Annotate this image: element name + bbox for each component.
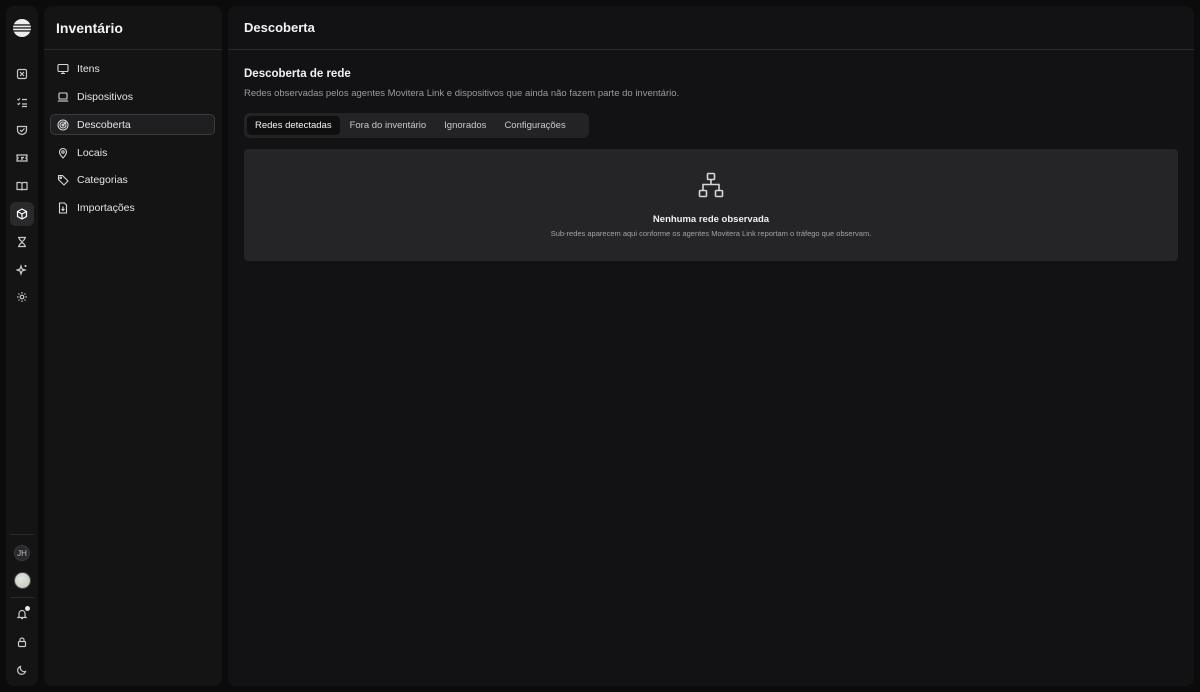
- close-box-icon[interactable]: [10, 62, 34, 86]
- page-title: Descoberta: [244, 20, 315, 35]
- gear-icon[interactable]: [10, 285, 34, 309]
- empty-state-card: Nenhuma rede observada Sub-redes aparece…: [244, 149, 1178, 261]
- sidebar-divider: [44, 49, 222, 50]
- notification-dot: [24, 605, 31, 612]
- rail-divider: [10, 534, 34, 535]
- sparkle-icon[interactable]: [10, 258, 34, 282]
- book-icon[interactable]: [10, 174, 34, 198]
- inventory-sidebar: Inventário Itens Dispositivos Descoberta…: [44, 6, 222, 686]
- checklist-icon[interactable]: [10, 90, 34, 114]
- hourglass-icon[interactable]: [10, 230, 34, 254]
- radar-icon: [57, 118, 69, 131]
- moon-icon[interactable]: [10, 658, 34, 682]
- shield-icon[interactable]: [10, 118, 34, 142]
- sidebar-item-importacoes[interactable]: Importações: [50, 197, 215, 218]
- box-icon[interactable]: [10, 202, 34, 226]
- file-import-icon: [57, 201, 69, 214]
- tab-redes-detectadas[interactable]: Redes detectadas: [247, 116, 340, 135]
- section-description: Redes observadas pelos agentes Movitera …: [244, 88, 680, 99]
- tag-icon: [57, 174, 69, 186]
- sidebar-item-label: Importações: [77, 201, 135, 214]
- app-logo-icon[interactable]: [12, 18, 32, 38]
- sidebar-item-descoberta[interactable]: Descoberta: [50, 114, 215, 135]
- map-pin-icon: [57, 147, 69, 159]
- sidebar-item-locais[interactable]: Locais: [50, 142, 215, 163]
- laptop-icon: [57, 91, 69, 103]
- user-avatar[interactable]: [14, 572, 31, 589]
- sidebar-item-label: Dispositivos: [77, 90, 134, 103]
- monitor-icon: [57, 63, 69, 75]
- sidebar-item-dispositivos[interactable]: Dispositivos: [50, 86, 215, 107]
- sidebar-item-label: Itens: [77, 62, 100, 75]
- sidebar-item-itens[interactable]: Itens: [50, 58, 215, 79]
- section-title: Descoberta de rede: [244, 68, 351, 80]
- sidebar-item-categorias[interactable]: Categorias: [50, 169, 215, 190]
- user-initials-avatar[interactable]: JH: [14, 545, 30, 561]
- tab-ignorados[interactable]: Ignorados: [436, 116, 494, 135]
- sidebar-item-label: Categorias: [77, 173, 128, 186]
- network-icon: [698, 172, 724, 198]
- tab-configuracoes[interactable]: Configurações: [496, 116, 573, 135]
- header-divider: [228, 49, 1194, 50]
- sidebar-item-label: Locais: [77, 146, 108, 159]
- empty-state-subtitle: Sub-redes aparecem aqui conforme os agen…: [550, 229, 872, 238]
- sidebar-title: Inventário: [56, 20, 123, 36]
- ticket-icon[interactable]: [10, 146, 34, 170]
- discovery-tabs: Redes detectadas Fora do inventário Igno…: [244, 113, 589, 138]
- rail-divider: [10, 597, 34, 598]
- main-panel: Descoberta Descoberta de rede Redes obse…: [228, 6, 1194, 686]
- sidebar-item-label: Descoberta: [77, 118, 131, 131]
- tab-fora-do-inventario[interactable]: Fora do inventário: [342, 116, 435, 135]
- bell-icon[interactable]: [10, 602, 34, 626]
- icon-rail: JH: [6, 6, 38, 686]
- lock-icon[interactable]: [10, 630, 34, 654]
- empty-state-title: Nenhuma rede observada: [652, 214, 770, 225]
